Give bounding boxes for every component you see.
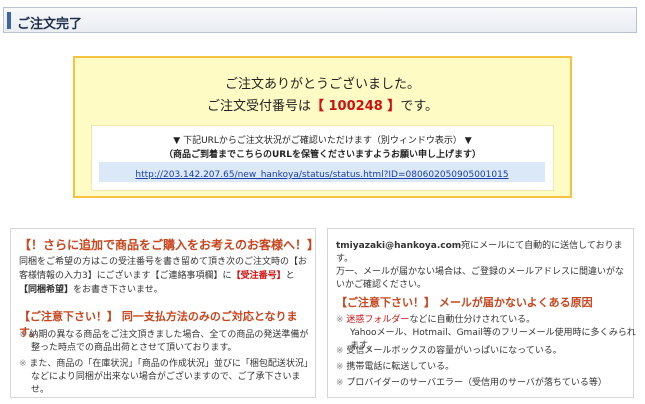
notice-item-bundle: ※ また、商品の「在庫状況」「商品の作成状況」並びに「梱包配送状況」などにより同… [19, 358, 311, 397]
notice-item-bundle-text: また、商品の「在庫状況」「商品の作成状況」並びに「梱包配送状況」などにより同梱が… [29, 359, 309, 395]
cause-provider-error: ※ プロバイダーのサーバエラー（受信用のサーバが落ちている等） [336, 377, 628, 390]
page-title: ご注文完了 [17, 17, 83, 32]
customer-email: tmiyazaki@hankoya.com [336, 241, 462, 251]
status-url-box: http://203.142.207.65/new_hankoya/status… [99, 162, 545, 182]
note-mark: ※ [19, 359, 27, 369]
additional-purchase-box: 【！さらに追加で商品をご購入をお考えのお客様へ！】 同梱をご希望の方はこの受注番… [10, 228, 320, 398]
status-url-panel: ▼ 下記URLからご注文状況がご確認いただけます（別ウィンドウ表示） ▼ （商品… [91, 125, 554, 191]
email-intro-text-2: 万一、メールが届かない場合は、ご登録のメールアドレスに間違いがないかご確認くださ… [336, 267, 625, 290]
cause-mobile-forward: ※ 携帯電話に転送している。 [336, 361, 628, 374]
notice-item-delivery-text: 納期の異なる商品をご注文頂きました場合、全ての商品の発送準備が整った時点での商品… [29, 330, 309, 353]
cause-spam-folder: ※ 迷惑フォルダーなどに自動仕分けされている。 [336, 314, 628, 327]
order-number: 【 100248 】 [310, 99, 401, 114]
additional-purchase-text: 同梱をご希望の方はこの受注番号を書き留めて頂き次のご注文時の【お客様情報の入力3… [19, 255, 309, 297]
thanks-message: ご注文ありがとうございました。 [224, 77, 420, 92]
status-url-link[interactable]: http://203.142.207.65/new_hankoya/status… [135, 170, 508, 180]
order-number-prefix: ご注文受付番号は [206, 99, 311, 114]
cause-mailbox-full: ※ 受信メールボックスの容量がいっぱいになっている。 [336, 345, 628, 358]
notice-item-delivery: ※ 納期の異なる商品をご注文頂きました場合、全ての商品の発送準備が整った時点での… [19, 329, 311, 355]
email-issue-title: 【ご注意下さい！】 メールが届かないよくある原因 [336, 296, 593, 309]
additional-purchase-title: 【！さらに追加で商品をご購入をお考えのお客様へ！】 [19, 238, 320, 252]
order-confirmation-box: ご注文ありがとうございました。 ご注文受付番号は【 100248 】です。 ▼ … [73, 56, 572, 198]
note-mark: ※ [336, 362, 344, 372]
cause-mailbox-full-text: 受信メールボックスの容量がいっぱいになっている。 [346, 346, 562, 356]
note-mark: ※ [19, 330, 27, 340]
bundle-keyword: 【同梱希望】 [19, 285, 74, 295]
keep-url-note: （商品ご到着までこちらのURLを保管くださいますようお願い申し上げます） [164, 150, 481, 160]
cause-spam-folder-text: などに自動仕分けされている。 [409, 315, 536, 325]
note-mark: ※ [336, 346, 344, 356]
status-url-note: ▼ 下記URLからご注文状況がご確認いただけます（別ウィンドウ表示） ▼ [173, 136, 472, 146]
spam-folder-keyword: 迷惑フォルダー [346, 315, 410, 325]
order-number-suffix: です。 [400, 99, 439, 114]
header-accent-bar [7, 12, 11, 29]
cause-mobile-forward-text: 携帯電話に転送している。 [346, 362, 455, 372]
note-mark: ※ [336, 315, 344, 325]
body-text-3: をお書き下さいませ。 [73, 285, 163, 295]
order-number-keyword: 【受注番号】 [231, 271, 286, 281]
email-intro: tmiyazaki@hankoya.com宛にメールにて自動的に送信しております… [336, 240, 626, 292]
order-number-line: ご注文受付番号は【 100248 】です。 [75, 95, 570, 114]
page-header: ご注文完了 [3, 7, 637, 33]
email-notice-box: tmiyazaki@hankoya.com宛にメールにて自動的に送信しております… [327, 228, 636, 398]
note-mark: ※ [336, 378, 344, 388]
body-text-2: と [285, 271, 295, 281]
cause-provider-error-text: プロバイダーのサーバエラー（受信用のサーバが落ちている等） [346, 378, 607, 388]
